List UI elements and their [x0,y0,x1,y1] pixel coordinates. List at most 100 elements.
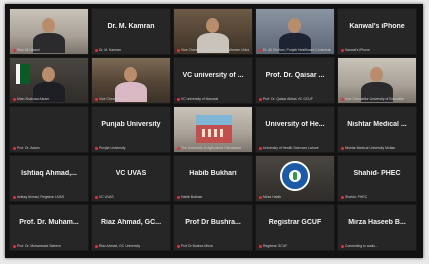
participant-tile[interactable]: Kanwal's iPhone Kanwal's iPhone [337,8,417,55]
participant-name-label: Prof Dr Bushra Mirza [177,244,249,248]
participant-display-name: Habib Bukhari [189,170,237,177]
participant-name-label: Dr. M. Kamran [95,48,167,52]
participant-name-label: University of Health Sciences Lahore [259,146,331,150]
participant-name-label: Nishtar Medical University Multan [341,146,413,150]
participant-name-text: Dr. Ali Chuhan, Punjab Healthcare Commis… [263,48,331,52]
participant-name-text: Riaz Ahmad, GC University [99,244,141,248]
muted-mic-icon [95,97,98,101]
participant-tile[interactable]: Punjab University Punjab University [91,106,171,153]
participant-name-label: Mian Shahzad Akram [13,97,85,101]
participant-tile[interactable]: Mian Shahzad Akram [9,57,89,104]
participant-name-label: Riaz Ahmad, GC University [95,244,167,248]
participant-tile[interactable]: Prof. Dr. Muham... Prof. Dr. Muhammad Sal… [9,204,89,251]
muted-mic-icon [341,195,344,199]
participant-display-name: Riaz Ahmad, GC... [100,219,162,226]
participant-name-text: Prof. Dr. Muhammad Saleem [17,244,61,248]
participant-name-label: Ishtiaq Ahmad, Registrar UVAS [13,195,85,199]
participant-display-name: Mirza Haseeb B... [348,219,406,226]
participant-display-name: Prof. Dr. Muham... [19,219,79,226]
muted-mic-icon [13,195,16,199]
participant-name-label: VC UVAS [95,195,167,199]
participant-tile[interactable]: Dr. Ali Chuhan, Punjab Healthcare Commis… [255,8,335,55]
campus-building-image [196,115,232,143]
muted-mic-icon [95,146,98,150]
participant-tile[interactable]: Vice Chancellor University of Education [337,57,417,104]
participant-display-name: Prof Dr Bushra... [185,219,241,226]
muted-mic-icon [177,97,180,101]
participant-tile[interactable]: Prof Dr Bushra... Prof Dr Bushra Mirza [173,204,253,251]
participant-name-text: Mirza Habib [263,195,282,199]
muted-mic-icon [259,146,262,150]
muted-mic-icon [13,146,16,150]
participant-name-text: Prof. Dr. Qaisar Abbas VC GCUF [263,97,313,101]
participant-tile[interactable]: Prof. Dr. Aslam [9,106,89,153]
participant-display-name: Ishtiaq Ahmad,... [21,170,77,177]
participant-name-text: The University of Agriculture Faisalabad [181,146,241,150]
participant-name-label: VC university of Narowal [177,97,249,101]
participant-name-label: Vice Chancellor [95,97,167,101]
muted-mic-icon [341,146,344,150]
participant-tile[interactable]: Vice Chancellor [91,57,171,104]
participant-display-name: University of He... [265,121,325,128]
participant-tile[interactable]: Riaz Ali Nizami [9,8,89,55]
participant-display-name: Kanwal's iPhone [349,23,405,30]
muted-mic-icon [95,48,98,52]
muted-mic-icon [95,195,98,199]
participant-name-label: Prof. Dr. Qaisar Abbas VC GCUF [259,97,331,101]
flag-image [16,64,30,84]
participant-name-text: Dr. M. Kamran [99,48,121,52]
participant-tile[interactable]: Habib Bukhari Habib Bukhari [173,155,253,202]
muted-mic-icon [259,244,262,248]
participant-name-text: Vice Chancellor University of Education [345,97,405,101]
participant-tile[interactable]: Mirza Habib [255,155,335,202]
participant-name-text: VC university of Narowal [181,97,219,101]
participant-name-text: VC UVAS [99,195,114,199]
participant-name-text: University of Health Sciences Lahore [263,146,319,150]
participant-name-label: Prof. Dr. Muhammad Saleem [13,244,85,248]
participant-tile[interactable]: VC university of ... VC university of Nar… [173,57,253,104]
participant-tile[interactable]: Mirza Haseeb B... Connecting to audio... [337,204,417,251]
muted-mic-icon [13,97,16,101]
participant-name-text: Vice Chancellor, Fatima Jinnah Women Uni… [181,48,249,52]
muted-mic-icon [177,48,180,52]
participant-tile[interactable]: Shahid- PHEC Shahid- PHEC [337,155,417,202]
participant-tile[interactable]: Prof. Dr. Qaisar ... Prof. Dr. Qaisar Abb… [255,57,335,104]
participant-display-name: Dr. M. Kamran [107,23,155,30]
participant-tile[interactable]: Ishtiaq Ahmad,... Ishtiaq Ahmad, Registra… [9,155,89,202]
participant-name-label: Habib Bukhari [177,195,249,199]
participant-name-text: Ishtiaq Ahmad, Registrar UVAS [17,195,65,199]
participant-name-text: Prof Dr Bushra Mirza [181,244,213,248]
muted-mic-icon [259,195,262,199]
participant-name-text: Connecting to audio... [345,244,378,248]
participant-tile[interactable]: University of He... University of Health … [255,106,335,153]
participant-tile[interactable]: The University of Agriculture Faisalabad [173,106,253,153]
participant-name-label: Dr. Ali Chuhan, Punjab Healthcare Commis… [259,48,331,52]
muted-mic-icon [341,97,344,101]
participant-display-name: Punjab University [101,121,161,128]
participant-name-text: Registrar GCUF [263,244,288,248]
participant-display-name: VC university of ... [182,72,244,79]
participant-display-name: Nishtar Medical ... [347,121,407,128]
muted-mic-icon [177,195,180,199]
participant-tile[interactable]: Vice Chancellor, Fatima Jinnah Women Uni… [173,8,253,55]
participant-name-label: Prof. Dr. Aslam [13,146,85,150]
muted-mic-icon [95,244,98,248]
participant-tile[interactable]: VC UVAS VC UVAS [91,155,171,202]
participant-name-label: The University of Agriculture Faisalabad [177,146,249,150]
muted-mic-icon [177,146,180,150]
participant-tile[interactable]: Dr. M. Kamran Dr. M. Kamran [91,8,171,55]
participant-tile[interactable]: Registrar GCUF Registrar GCUF [255,204,335,251]
participant-name-text: Mian Shahzad Akram [17,97,50,101]
muted-mic-icon [259,48,262,52]
participant-name-text: Habib Bukhari [181,195,203,199]
participant-name-label: Kanwal's iPhone [341,48,413,52]
participant-tile[interactable]: Nishtar Medical ... Nishtar Medical Unive… [337,106,417,153]
participant-name-label: Riaz Ali Nizami [13,48,85,52]
participant-name-label: Registrar GCUF [259,244,331,248]
participant-tile[interactable]: Riaz Ahmad, GC... Riaz Ahmad, GC Universi… [91,204,171,251]
participant-name-text: Kanwal's iPhone [345,48,370,52]
participant-name-label: Connecting to audio... [341,244,413,248]
participant-name-label: Mirza Habib [259,195,331,199]
muted-mic-icon [177,244,180,248]
muted-mic-icon [341,48,344,52]
